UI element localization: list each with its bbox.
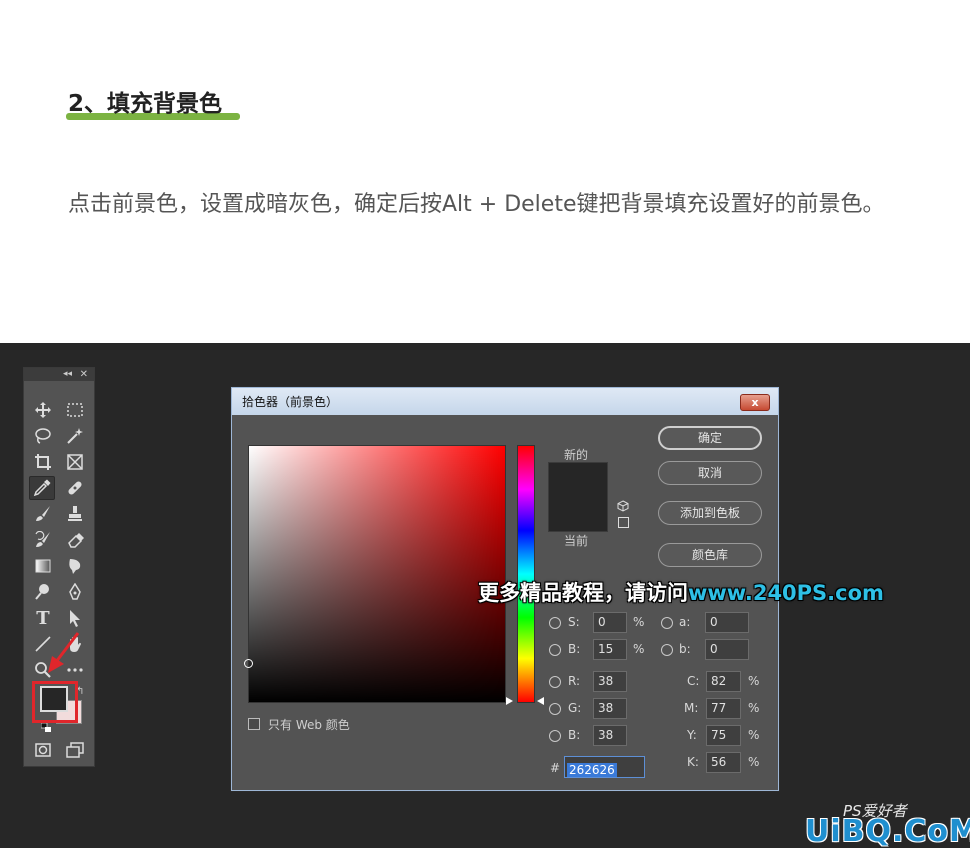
marquee-tool-icon[interactable]	[62, 398, 88, 422]
toolbox-panel: ◂◂ ✕ T ↰	[23, 367, 95, 767]
r-radio[interactable]	[549, 676, 561, 688]
magic-wand-icon[interactable]	[62, 424, 88, 448]
r-label: R:	[568, 674, 581, 688]
dialog-title: 拾色器（前景色）	[242, 395, 339, 409]
history-brush-icon[interactable]	[30, 528, 56, 552]
promo-text: 更多精品教程，请访问	[478, 581, 688, 605]
b-label: B:	[568, 642, 581, 656]
g-label: G:	[568, 701, 582, 715]
close-icon[interactable]: ✕	[80, 368, 88, 381]
b-unit: %	[633, 642, 645, 656]
quick-mask-icon[interactable]	[30, 738, 56, 762]
new-color-label: 新的	[564, 448, 589, 462]
section-heading: 2、填充背景色	[68, 91, 223, 117]
m-input[interactable]: 77	[706, 698, 741, 719]
lab-b-label: b:	[679, 642, 691, 656]
hex-label: #	[550, 761, 561, 775]
r-input[interactable]: 38	[593, 671, 627, 692]
g-input[interactable]: 38	[593, 698, 627, 719]
toolbox-header: ◂◂ ✕	[24, 368, 94, 381]
crop-tool-icon[interactable]	[30, 450, 56, 474]
path-selection-icon[interactable]	[62, 606, 88, 630]
gradient-tool-icon[interactable]	[30, 554, 56, 578]
k-label: K:	[687, 755, 699, 769]
s-unit: %	[633, 615, 645, 629]
y-unit: %	[748, 728, 760, 742]
clone-stamp-icon[interactable]	[62, 502, 88, 526]
red-arrow-annotation	[48, 632, 80, 673]
add-to-swatches-button[interactable]: 添加到色板	[658, 501, 762, 525]
m-label: M:	[684, 701, 699, 715]
healing-brush-icon[interactable]	[62, 476, 88, 500]
smudge-tool-icon[interactable]	[62, 554, 88, 578]
current-color-label: 当前	[564, 534, 589, 548]
s-input[interactable]: 0	[593, 612, 627, 633]
s-radio[interactable]	[549, 617, 561, 629]
lab-b-input[interactable]: 0	[705, 639, 749, 660]
dialog-titlebar: 拾色器（前景色） x	[232, 388, 778, 415]
lab-a-label: a:	[679, 615, 691, 629]
hex-value: 262626	[567, 763, 617, 777]
blue-input[interactable]: 38	[593, 725, 627, 746]
hue-slider[interactable]	[517, 445, 535, 703]
brush-tool-icon[interactable]	[30, 502, 56, 526]
c-unit: %	[748, 674, 760, 688]
eyedropper-tool-icon[interactable]	[29, 476, 55, 500]
blue-label: B:	[568, 728, 581, 742]
y-input[interactable]: 75	[706, 725, 741, 746]
g-radio[interactable]	[549, 703, 561, 715]
c-label: C:	[687, 674, 700, 688]
y-label: Y:	[687, 728, 697, 742]
cancel-button[interactable]: 取消	[658, 461, 762, 485]
web-colors-only-label: 只有 Web 颜色	[268, 718, 350, 732]
frame-tool-icon[interactable]	[62, 450, 88, 474]
collapse-icon[interactable]: ◂◂	[63, 368, 72, 381]
foreground-highlight-box	[32, 681, 78, 723]
ok-button[interactable]: 确定	[658, 426, 762, 450]
c-input[interactable]: 82	[706, 671, 741, 692]
web-colors-only-checkbox[interactable]	[248, 718, 260, 730]
b-input[interactable]: 15	[593, 639, 627, 660]
hue-slider-handle-right[interactable]	[537, 697, 544, 705]
lab-a-radio[interactable]	[661, 617, 673, 629]
s-label: S:	[568, 615, 580, 629]
pen-tool-icon[interactable]	[62, 580, 88, 604]
lab-b-radio[interactable]	[661, 644, 673, 656]
promo-site[interactable]: www.240PS.com	[688, 581, 884, 605]
color-field[interactable]	[244, 445, 506, 703]
dodge-tool-icon[interactable]	[30, 580, 56, 604]
web-safe-swatch[interactable]	[618, 517, 629, 528]
k-unit: %	[748, 755, 760, 769]
blue-radio[interactable]	[549, 730, 561, 742]
k-input[interactable]: 56	[706, 752, 741, 773]
default-colors-icon[interactable]	[41, 723, 51, 732]
b-radio[interactable]	[549, 644, 561, 656]
promo-watermark: 更多精品教程，请访问www.240PS.com	[478, 577, 884, 607]
lab-a-input[interactable]: 0	[705, 612, 749, 633]
gamut-cube-icon[interactable]	[617, 500, 629, 512]
lasso-tool-icon[interactable]	[30, 424, 56, 448]
instruction-paragraph: 点击前景色，设置成暗灰色，确定后按Alt + Delete键把背景填充设置好的前…	[68, 192, 885, 217]
m-unit: %	[748, 701, 760, 715]
hue-slider-handle-left[interactable]	[506, 697, 513, 705]
move-tool-icon[interactable]	[30, 398, 56, 422]
color-preview	[548, 462, 608, 532]
type-tool-icon[interactable]: T	[30, 606, 56, 630]
dialog-close-button[interactable]: x	[740, 394, 770, 411]
eraser-tool-icon[interactable]	[62, 528, 88, 552]
color-libraries-button[interactable]: 颜色库	[658, 543, 762, 567]
logo-big-text: UiBQ.CoM	[805, 814, 970, 848]
screen-mode-icon[interactable]	[62, 738, 88, 762]
color-field-marker[interactable]	[244, 659, 253, 668]
hex-input[interactable]: 262626	[564, 756, 645, 778]
